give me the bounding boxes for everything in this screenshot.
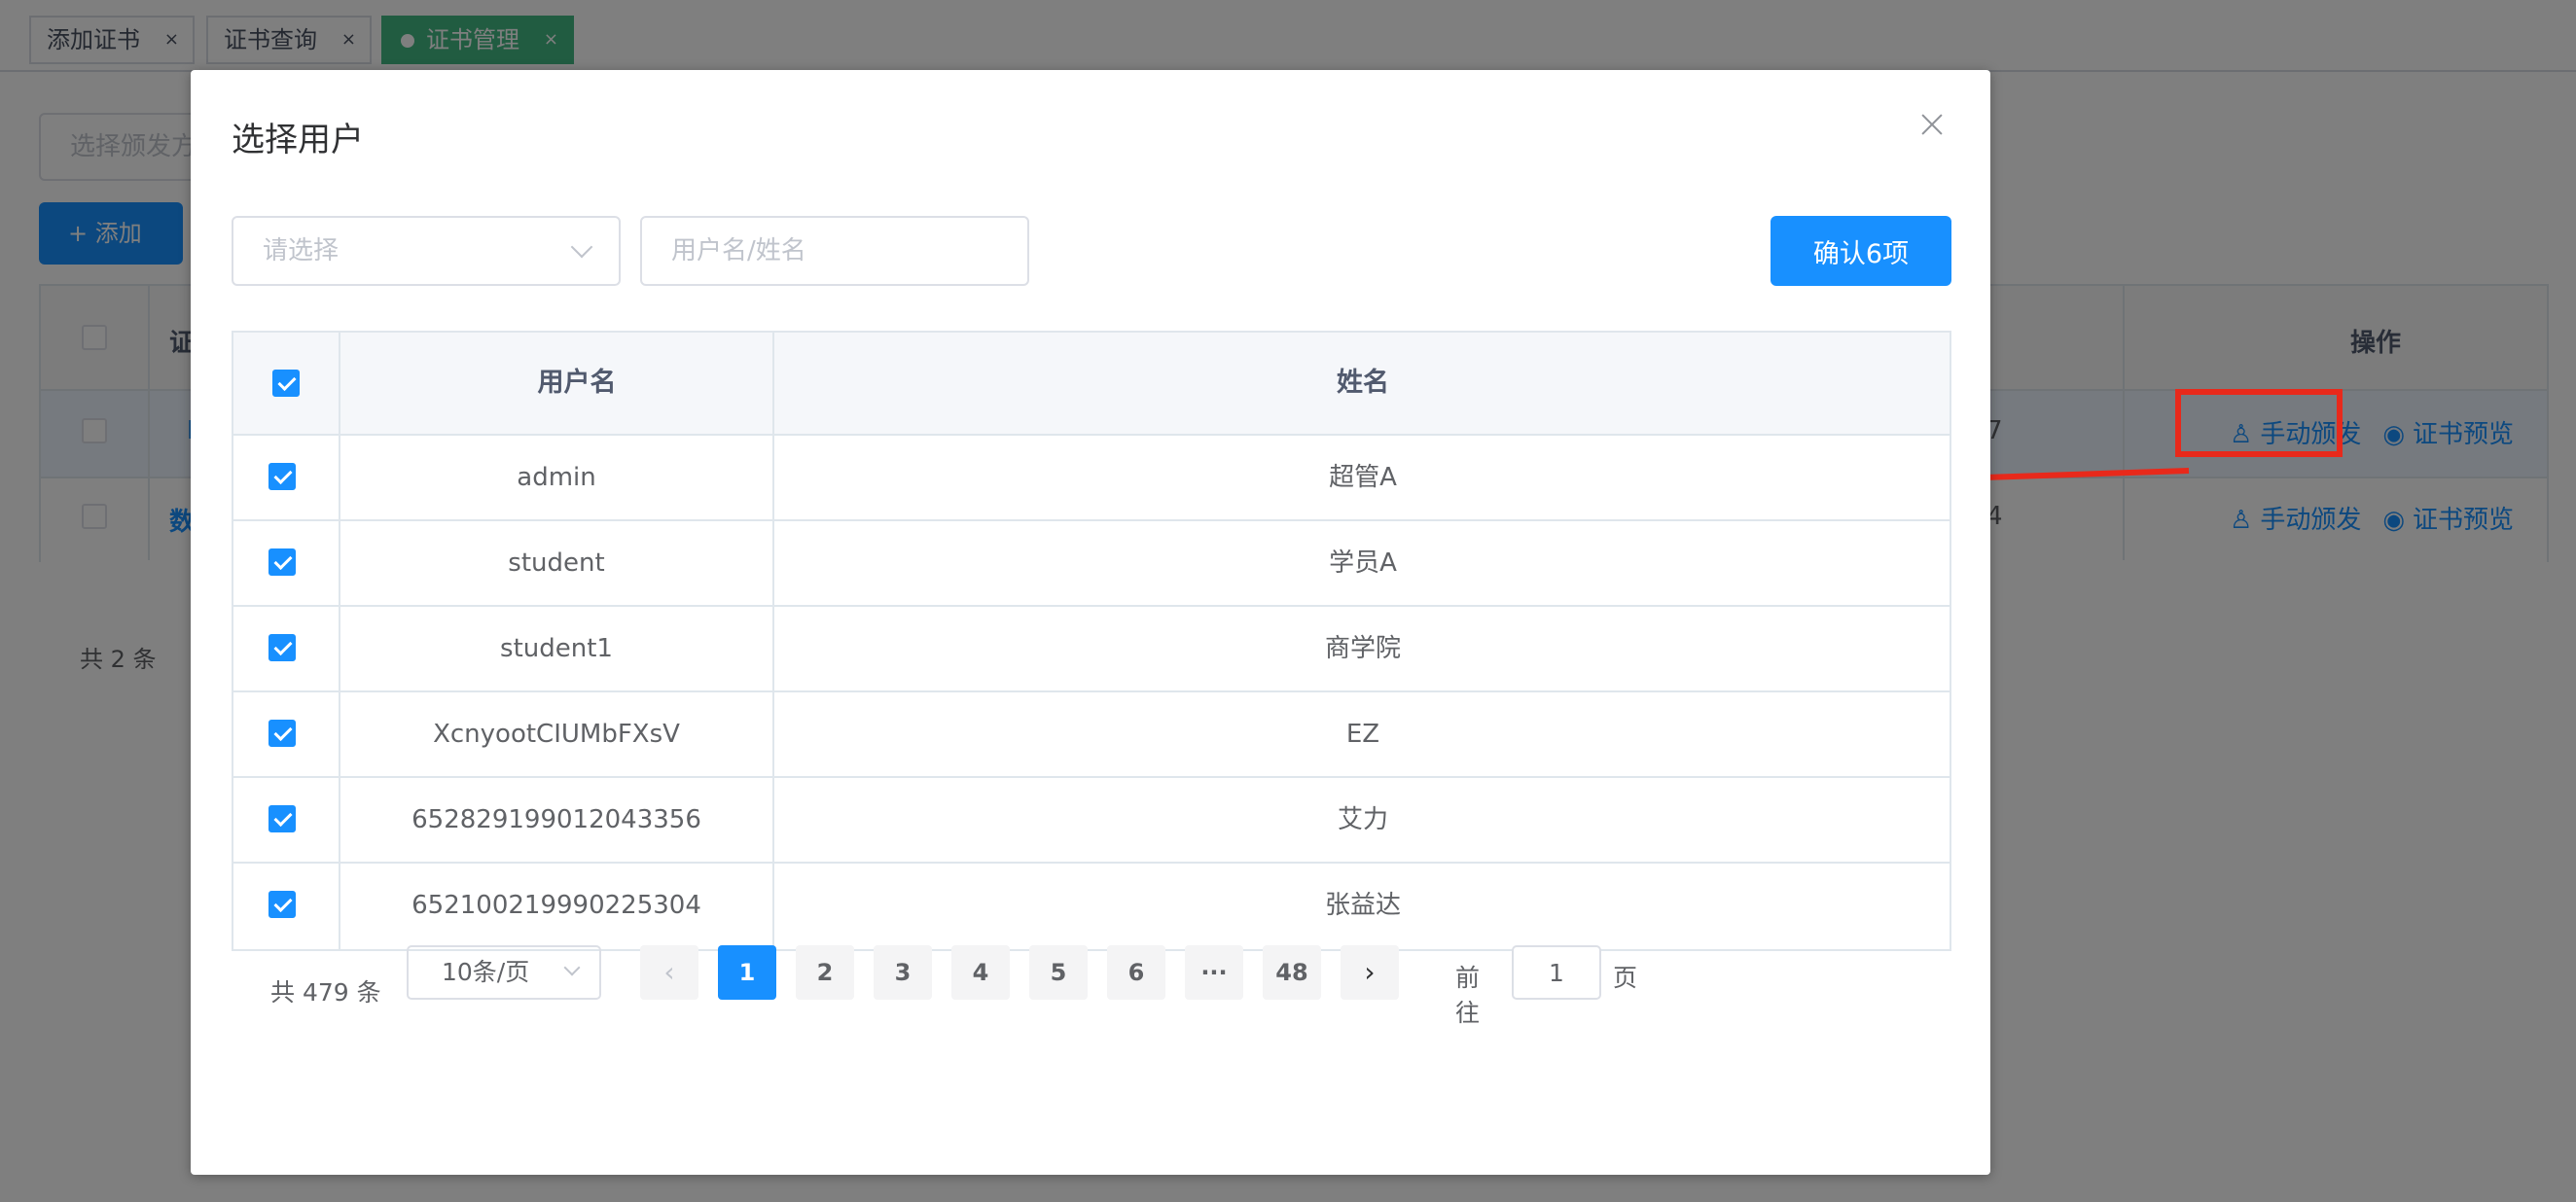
cell-name: 学员A — [1329, 548, 1397, 578]
page-size-value: 10条/页 — [442, 958, 530, 986]
page-unit-label: 页 — [1613, 964, 1638, 992]
pagination-total: 共 479 条 — [270, 978, 381, 1007]
confirm-button[interactable]: 确认6项 — [1771, 216, 1951, 286]
table-row[interactable]: student1 商学院 — [233, 607, 1950, 692]
page-button[interactable]: 2 — [796, 945, 854, 1000]
page-button[interactable]: 3 — [874, 945, 932, 1000]
page-button[interactable]: 48 — [1263, 945, 1321, 1000]
cell-name: 超管A — [1329, 463, 1397, 492]
chevron-down-icon — [570, 235, 593, 259]
column-header-name: 姓名 — [1337, 368, 1389, 398]
cell-name: 艾力 — [1337, 805, 1388, 834]
cell-username: admin — [517, 463, 596, 492]
cell-name: 商学院 — [1324, 634, 1401, 663]
keyword-search-input[interactable] — [640, 216, 1029, 286]
more-pages-button[interactable]: ··· — [1185, 945, 1243, 1000]
table-row[interactable]: XcnyootCIUMbFXsV EZ — [233, 692, 1950, 778]
filter-select-placeholder: 请选择 — [263, 236, 340, 265]
table-row[interactable]: admin 超管A — [233, 436, 1950, 521]
row-checkbox[interactable] — [268, 634, 296, 661]
filter-select[interactable]: 请选择 — [232, 216, 621, 286]
cell-name: EZ — [1345, 720, 1380, 749]
cell-username: 652100219990225304 — [411, 891, 701, 920]
row-checkbox[interactable] — [268, 805, 296, 832]
column-header-username: 用户名 — [537, 368, 617, 398]
page-button[interactable]: 5 — [1029, 945, 1088, 1000]
cell-username: XcnyootCIUMbFXsV — [433, 720, 680, 749]
close-icon[interactable] — [1918, 111, 1946, 138]
dialog-title: 选择用户 — [232, 121, 364, 159]
page-button[interactable]: 6 — [1107, 945, 1165, 1000]
table-row[interactable]: 652829199012043356 艾力 — [233, 778, 1950, 864]
cell-username: 652829199012043356 — [411, 805, 701, 834]
cell-username: student1 — [500, 634, 613, 663]
cell-name: 张益达 — [1324, 891, 1401, 920]
goto-page-input[interactable] — [1512, 945, 1601, 1000]
select-all-checkbox[interactable] — [272, 370, 300, 397]
table-row[interactable]: student 学员A — [233, 521, 1950, 607]
row-checkbox[interactable] — [268, 463, 296, 490]
user-table: 用户名 姓名 admin 超管A student 学员A student1 商学… — [232, 331, 1951, 951]
next-page-button[interactable]: › — [1341, 945, 1399, 1000]
goto-label: 前往 — [1455, 964, 1481, 1027]
prev-page-button[interactable]: ‹ — [640, 945, 698, 1000]
cell-username: student — [508, 548, 605, 578]
table-header: 用户名 姓名 — [233, 333, 1950, 436]
page-button[interactable]: 4 — [951, 945, 1010, 1000]
row-checkbox[interactable] — [268, 891, 296, 918]
chevron-down-icon — [563, 959, 581, 976]
page-size-select[interactable]: 10条/页 — [407, 945, 601, 1000]
row-checkbox[interactable] — [268, 720, 296, 747]
table-row[interactable]: 652100219990225304 张益达 — [233, 864, 1950, 949]
page-button[interactable]: 1 — [718, 945, 776, 1000]
select-user-dialog: 选择用户 请选择 确认6项 用户名 姓名 admin 超管A student 学… — [191, 70, 1990, 1175]
row-checkbox[interactable] — [268, 548, 296, 576]
